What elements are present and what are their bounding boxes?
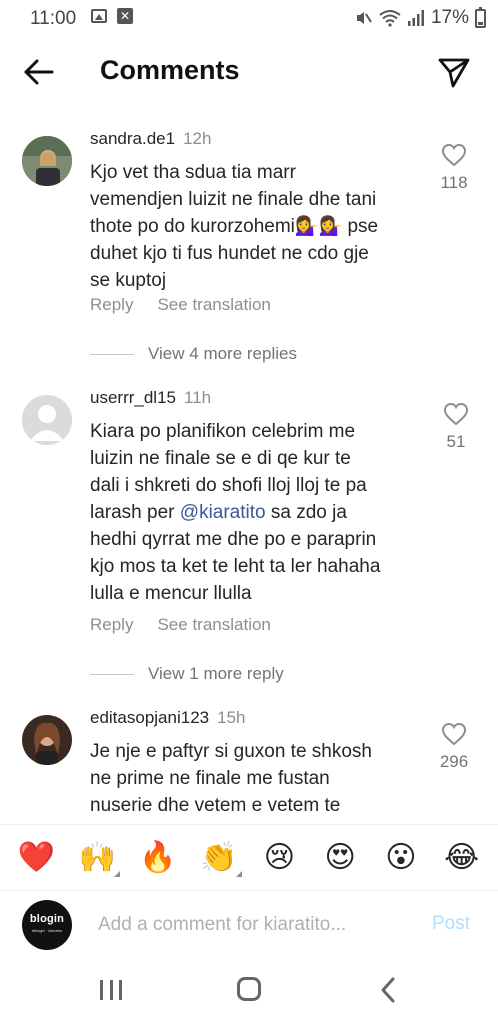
comment-line: Je nje e paftyr si guxon te shkosh [90,741,372,762]
emoji-raised-hands-button[interactable]: 🙌 [74,840,121,877]
heart-outline-icon[interactable] [441,143,467,167]
see-translation-button[interactable]: See translation [157,615,270,635]
signal-icon [407,10,424,26]
view-more-replies[interactable]: View 4 more replies [90,344,297,364]
comment-actions: Reply See translation [90,615,271,635]
avatar[interactable] [22,136,72,186]
recent-bar [100,980,103,1000]
comment-text: Kjo vet tha sdua tia marr vemendjen luiz… [90,159,428,294]
divider [90,673,134,675]
status-right-group: 17% [355,6,486,30]
emoji-heart-eyes-button[interactable]: 😍 [317,840,363,875]
comment-line: Kjo vet tha sdua tia marr [90,162,296,183]
recent-bar [119,980,122,1000]
comment-line: thote po do kurorzohemi💁‍♀️💁‍♀️ pse [90,216,379,237]
reply-button[interactable]: Reply [90,615,133,635]
comment-line: se kuptoj [90,270,167,291]
comment-line: lulla e mencur llulla [90,583,252,604]
status-bar: 11:00 ✕ 17% [0,0,498,36]
like-count: 118 [440,173,468,192]
avatar-photo [22,136,72,186]
like-group: 118 [424,143,484,193]
emoji-crying-button[interactable]: 😢 [256,840,302,875]
post-button[interactable]: Post [432,913,470,935]
page-title: Comments [100,55,240,85]
comment-line: hedhi qyrrat me dhe po e paraprin [90,529,377,550]
comment-line: luizin ne finale se e di qe kur te [90,448,351,469]
paper-plane-icon[interactable] [436,54,472,90]
heart-outline-icon[interactable] [443,402,469,426]
comment-line-end: sa zdo ja [270,502,347,523]
comment-header: sandra.de1 12h [90,129,211,149]
comment-time: 11h [184,388,212,407]
emoji-laughing-button[interactable]: 😂 [439,840,485,875]
comment-line: dali i shkreti do shofi lloj lloj te pa [90,475,367,496]
comment-line: vemendjen luizit ne finale dhe tani [90,189,377,210]
avatar-brand-text: blogin [29,913,65,925]
avatar-brand-subtext: #blogin · #stories [31,928,63,933]
comment-line: larash per @kiaratito sa zdo ja [90,499,428,526]
emoji-surprised-button[interactable]: 😮 [378,840,424,875]
like-count: 296 [439,752,469,771]
comment-time: 12h [183,129,212,148]
avatar[interactable] [22,715,72,765]
mention-link[interactable]: @kiaratito [180,502,266,523]
battery-percent: 17% [430,7,469,28]
comment-input[interactable] [98,908,398,942]
like-count: 51 [446,432,466,451]
recent-bar [109,980,113,1000]
comment-text: Kiara po planifikon celebrim me luizin n… [90,418,428,607]
heart-outline-icon[interactable] [441,722,467,746]
system-back-icon[interactable] [377,976,401,1004]
like-group: 51 [426,402,486,452]
divider [90,353,134,355]
skin-tone-indicator [114,871,121,877]
comment-line: Kiara po planifikon celebrim me [90,421,356,442]
comment-line: duhet kjo ti fus hundet ne cdo gje [90,243,369,264]
home-icon[interactable] [237,977,261,1001]
comment-line: nuserie dhe vetem e vetem te [90,795,341,816]
comment-username[interactable]: editasopjani123 [90,708,209,727]
current-user-avatar: blogin #blogin · #stories [22,900,72,950]
comment-header: editasopjani123 15h [90,708,245,728]
status-time: 11:00 [30,8,77,29]
comment-username[interactable]: userrr_dl15 [90,388,176,407]
comment-line: ne prime ne finale me fustan [90,768,330,789]
view-more-label: View 4 more replies [148,344,297,363]
emoji-glyph: 👏 [199,841,238,874]
mute-icon [356,12,372,24]
gallery-notification-icon [91,9,107,23]
emoji-fire-button[interactable]: 🔥 [135,840,181,875]
comment-username[interactable]: sandra.de1 [90,129,175,148]
see-translation-button[interactable]: See translation [157,295,270,315]
comment-line: kjo mos ta ket te leht ta ler hahaha [90,556,381,577]
comment-actions: Reply See translation [90,295,271,315]
comment-time: 15h [217,708,246,727]
reply-button[interactable]: Reply [90,295,133,315]
view-more-replies[interactable]: View 1 more reply [90,664,284,684]
emoji-glyph: 🙌 [78,841,116,874]
recent-apps-icon[interactable] [100,980,122,1000]
emoji-quick-bar: ❤️ 🙌 🔥 👏 😢 😍 😮 😂 [0,824,498,890]
avatar-photo [22,715,72,765]
arrow-left-icon[interactable] [20,54,56,90]
like-group: 296 [424,722,484,772]
app-notification-icon: ✕ [117,8,133,24]
avatar[interactable] [22,395,72,445]
view-more-label: View 1 more reply [148,664,284,683]
emoji-heart-button[interactable]: ❤️ [13,840,59,875]
comment-line-start: larash per [90,502,175,523]
comment-header: userrr_dl15 11h [90,388,211,408]
comment-text: Je nje e paftyr si guxon te shkosh ne pr… [90,738,428,822]
wifi-icon [379,10,401,27]
default-avatar-icon [22,395,72,445]
battery-icon [475,6,486,28]
skin-tone-indicator [235,871,242,877]
emoji-clap-button[interactable]: 👏 [196,840,242,877]
